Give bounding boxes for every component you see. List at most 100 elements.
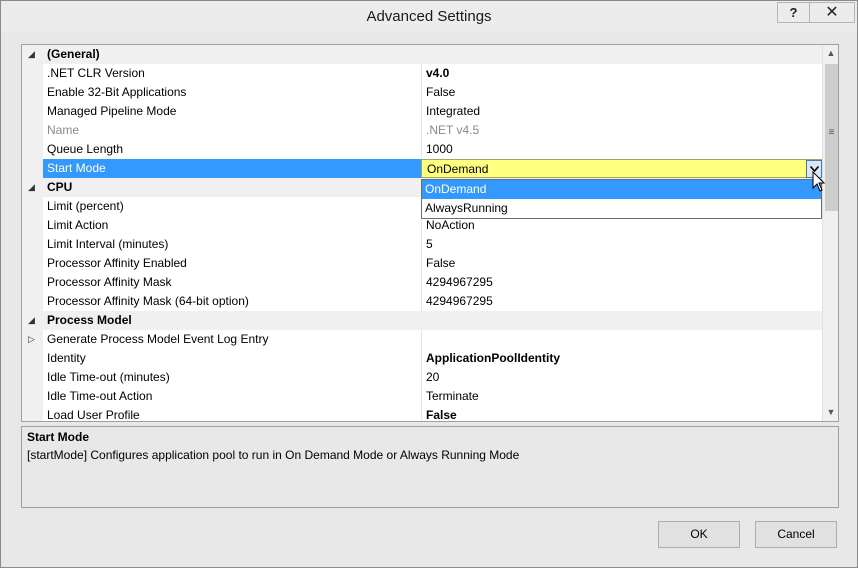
row-gutter: [22, 254, 43, 273]
property-name: Name: [47, 123, 80, 137]
cancel-button[interactable]: Cancel: [755, 521, 837, 548]
column-separator[interactable]: [421, 349, 422, 368]
property-row[interactable]: Name .NET v4.5: [22, 121, 822, 140]
column-separator[interactable]: [421, 368, 422, 387]
row-gutter: [22, 387, 43, 406]
category-row[interactable]: ◢ (General): [22, 45, 822, 64]
dropdown-option[interactable]: OnDemand: [422, 180, 821, 199]
category-row[interactable]: ◢ Process Model: [22, 311, 822, 330]
property-value[interactable]: 4294967295: [426, 292, 822, 311]
row-gutter: [22, 292, 43, 311]
property-name: .NET CLR Version: [47, 66, 145, 80]
dialog-title: Advanced Settings: [366, 8, 492, 25]
description-text: [startMode] Configures application pool …: [27, 448, 520, 462]
property-name: Limit Action: [47, 218, 109, 232]
property-row[interactable]: Load User Profile False: [22, 406, 822, 422]
property-value[interactable]: Terminate: [426, 387, 822, 406]
property-row[interactable]: Processor Affinity Enabled False: [22, 254, 822, 273]
collapse-icon[interactable]: ◢: [28, 48, 40, 60]
property-name: Idle Time-out (minutes): [47, 370, 170, 384]
property-value[interactable]: 5: [426, 235, 822, 254]
scroll-thumb[interactable]: ≡: [825, 64, 838, 211]
property-grid: ◢ (General) .NET CLR Version v4.0 Enable 32-…: [21, 44, 839, 422]
property-row[interactable]: Start Mode OnDemand: [22, 159, 822, 178]
description-title: Start Mode: [27, 430, 90, 444]
property-value[interactable]: .NET v4.5: [426, 121, 822, 140]
column-separator[interactable]: [421, 140, 422, 159]
property-name: Idle Time-out Action: [47, 389, 153, 403]
property-row[interactable]: Limit Interval (minutes) 5: [22, 235, 822, 254]
row-gutter: [22, 197, 43, 216]
vertical-scrollbar[interactable]: ▲ ≡ ▼: [822, 45, 838, 421]
expand-icon[interactable]: ▷: [28, 333, 40, 345]
property-row[interactable]: Queue Length 1000: [22, 140, 822, 159]
property-name: Generate Process Model Event Log Entry: [47, 332, 269, 346]
start-mode-dropdown-list: OnDemand AlwaysRunning: [421, 179, 822, 219]
property-row[interactable]: Identity ApplicationPoolIdentity: [22, 349, 822, 368]
property-name: Processor Affinity Enabled: [47, 256, 187, 270]
property-row[interactable]: .NET CLR Version v4.0: [22, 64, 822, 83]
dropdown-option[interactable]: AlwaysRunning: [422, 199, 821, 218]
row-gutter: [22, 159, 43, 178]
property-row[interactable]: Processor Affinity Mask (64-bit option) 4…: [22, 292, 822, 311]
row-gutter: [22, 216, 43, 235]
column-separator[interactable]: [421, 273, 422, 292]
row-gutter: [22, 121, 43, 140]
row-gutter: [22, 102, 43, 121]
property-row[interactable]: Idle Time-out (minutes) 20: [22, 368, 822, 387]
property-value[interactable]: False: [426, 254, 822, 273]
property-value[interactable]: ApplicationPoolIdentity: [426, 349, 822, 368]
help-button[interactable]: ?: [777, 2, 809, 23]
property-row[interactable]: ▷ Generate Process Model Event Log Entry: [22, 330, 822, 349]
column-separator[interactable]: [421, 387, 422, 406]
property-row[interactable]: Enable 32-Bit Applications False: [22, 83, 822, 102]
property-name: Limit (percent): [47, 199, 124, 213]
mouse-pointer-icon: [812, 171, 826, 192]
property-value[interactable]: False: [426, 83, 822, 102]
column-separator[interactable]: [421, 254, 422, 273]
column-separator[interactable]: [421, 102, 422, 121]
property-name: Identity: [47, 351, 86, 365]
property-name: Processor Affinity Mask (64-bit option): [47, 294, 249, 308]
scroll-down-icon[interactable]: ▼: [823, 404, 838, 421]
scroll-up-icon[interactable]: ▲: [823, 45, 838, 62]
property-name: Load User Profile: [47, 408, 140, 422]
row-gutter: [22, 140, 43, 159]
ok-button[interactable]: OK: [658, 521, 740, 548]
close-button[interactable]: ✕: [809, 2, 855, 23]
row-gutter: [22, 235, 43, 254]
column-separator[interactable]: [421, 406, 422, 421]
description-panel: Start Mode [startMode] Configures applic…: [21, 426, 839, 508]
row-gutter: [22, 273, 43, 292]
property-name: Processor Affinity Mask: [47, 275, 172, 289]
row-gutter: [22, 349, 43, 368]
column-separator[interactable]: [421, 330, 422, 349]
column-separator[interactable]: [421, 64, 422, 83]
property-row[interactable]: Managed Pipeline Mode Integrated: [22, 102, 822, 121]
property-name: Start Mode: [43, 159, 421, 178]
property-value[interactable]: v4.0: [426, 64, 822, 83]
start-mode-select[interactable]: OnDemand: [421, 159, 822, 178]
collapse-icon[interactable]: ◢: [28, 181, 40, 193]
row-gutter: [22, 406, 43, 421]
property-name: Limit Interval (minutes): [47, 237, 169, 251]
row-gutter: [22, 83, 43, 102]
property-value[interactable]: Integrated: [426, 102, 822, 121]
column-separator[interactable]: [421, 121, 422, 140]
category-label: Process Model: [47, 313, 132, 327]
property-value[interactable]: 1000: [426, 140, 822, 159]
title-bar: Advanced Settings ? ✕: [1, 1, 857, 32]
property-value[interactable]: 20: [426, 368, 822, 387]
column-separator[interactable]: [421, 235, 422, 254]
category-label: CPU: [47, 180, 73, 194]
property-row[interactable]: Processor Affinity Mask 4294967295: [22, 273, 822, 292]
grip-icon: ≡: [828, 127, 835, 138]
property-value[interactable]: 4294967295: [426, 273, 822, 292]
row-gutter: [22, 64, 43, 83]
property-row[interactable]: Idle Time-out Action Terminate: [22, 387, 822, 406]
property-value[interactable]: [426, 330, 822, 349]
collapse-icon[interactable]: ◢: [28, 314, 40, 326]
column-separator[interactable]: [421, 83, 422, 102]
property-value[interactable]: False: [426, 406, 822, 421]
column-separator[interactable]: [421, 292, 422, 311]
